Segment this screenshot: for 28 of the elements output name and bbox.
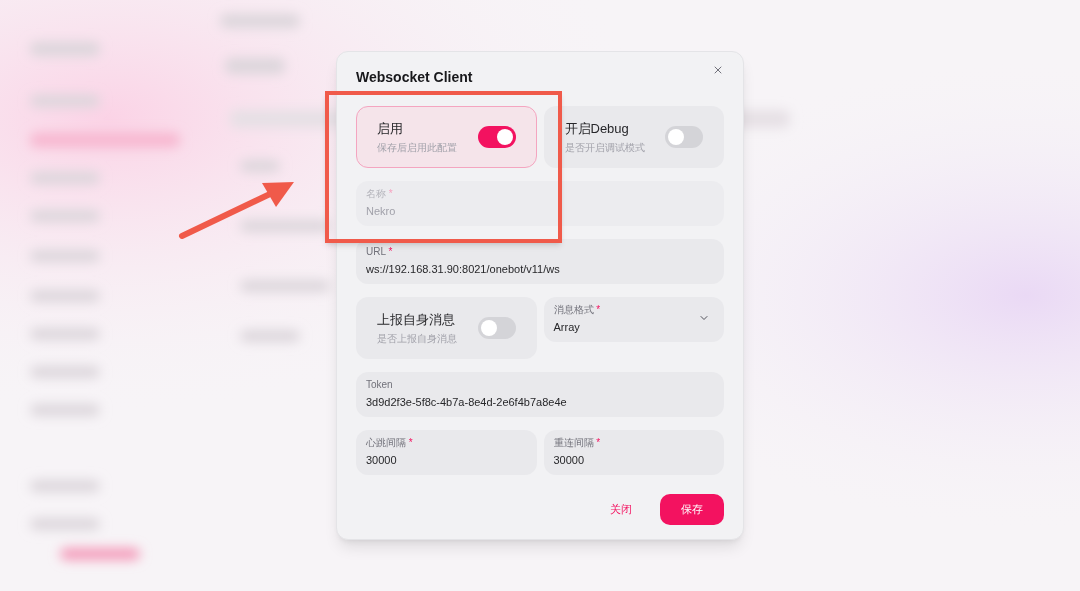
field-value: 30000 [366,453,398,468]
field-value: Array [553,320,581,335]
toggle-switch[interactable] [477,126,516,148]
toggle-switch[interactable] [665,126,703,148]
field-label: URL * [366,245,394,259]
field-label: Token [366,378,394,392]
field-label: 消息格式 * [553,303,601,317]
toggle-switch[interactable] [477,317,516,339]
field-label: 重连间隔 * [553,436,602,450]
switch-label: 开启Debug [564,120,630,137]
switch-label: 上报自身消息 [377,311,456,328]
field-value: ws://192.168.31.90:8021/onebot/v11/ws [366,262,561,277]
input-field[interactable]: 心跳间隔 * 30000 [356,430,537,475]
dialog-title: Websocket Client [356,68,473,86]
close-button[interactable]: 关闭 [598,494,644,525]
save-button[interactable]: 保存 [660,494,724,525]
field-value: 3d9d2f3e-5f8c-4b7a-8e4d-2e6f4b7a8e4e [366,395,568,410]
switch-label: 启用 [377,120,404,137]
field-value: Nekro [366,204,397,219]
switch-hint: 保存后启用此配置 [377,140,457,154]
select-field[interactable]: 消息格式 * Array [543,297,724,342]
input-field[interactable]: URL * ws://192.168.31.90:8021/onebot/v11/ws [356,239,724,284]
close-icon[interactable] [712,64,724,76]
input-field[interactable]: Token 3d9d2f3e-5f8c-4b7a-8e4d-2e6f4b7a8e4e [356,372,724,417]
field-label: 心跳间隔 * [366,436,414,450]
field-value: 30000 [553,453,586,468]
input-field[interactable]: 重连间隔 * 30000 [543,430,724,475]
switch-hint: 是否开启调试模式 [564,140,645,154]
